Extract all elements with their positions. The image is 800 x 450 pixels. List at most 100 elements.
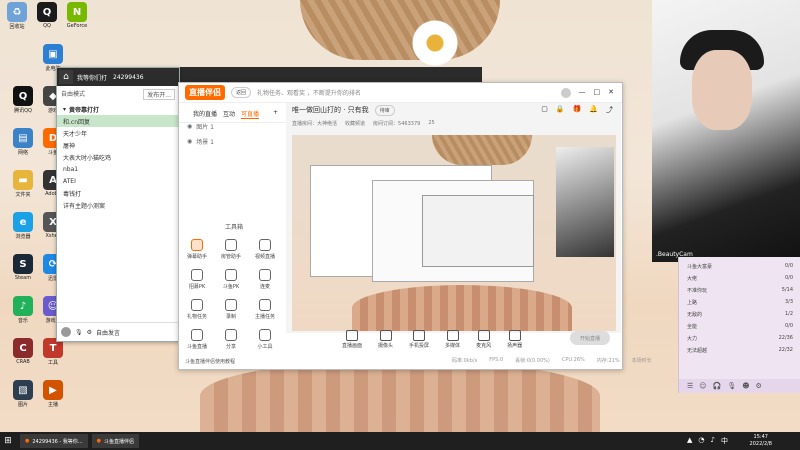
desktop-icon[interactable]: Q 腾讯QQ	[8, 86, 38, 122]
qq-group-window[interactable]: ⌂ 我等你们打 24299436 自由模式 发布开... ▾ 黄帝靠打打 和.c…	[56, 67, 180, 342]
desktop-icon-label: 腾讯QQ	[14, 108, 32, 114]
desktop-icon[interactable]: ▤ 网络	[8, 128, 38, 164]
fan-row[interactable]: 无敌的 1/2	[679, 309, 800, 321]
fan-row[interactable]: 上路 3/3	[679, 297, 800, 309]
fan-row[interactable]: 斗鱼大富豪 0/0	[679, 261, 800, 273]
desktop-icon[interactable]: ♪ 音乐	[8, 296, 38, 332]
tool-item[interactable]: 分享	[219, 329, 243, 350]
qq-search-button[interactable]: 发布开...	[143, 89, 175, 100]
live-companion-window[interactable]: 直播伴侣 返回 礼物任务、观看奖 ，不断提升你的排名 — □ ✕ 我的直播 互动…	[178, 82, 652, 370]
headset-icon[interactable]: 🎧	[713, 382, 722, 390]
ime-icon[interactable]: 中	[721, 436, 728, 446]
tool-item[interactable]: 招募PK	[185, 269, 209, 290]
fan-row[interactable]: 不准你玩 5/14	[679, 285, 800, 297]
source-button[interactable]: 麦克风	[476, 329, 491, 349]
close-icon[interactable]: ✕	[608, 88, 614, 98]
minimize-icon[interactable]: —	[579, 88, 586, 98]
taskbar-item[interactable]: ● 24299436 - 我等你...	[20, 434, 88, 448]
list-item[interactable]: 大表大时小猫吃鸡	[57, 151, 179, 163]
tool-item[interactable]: 录制	[219, 299, 243, 320]
bell-icon[interactable]: 🔔	[589, 105, 598, 115]
gear-icon[interactable]: ⚙	[756, 382, 762, 390]
network-icon[interactable]: ▲	[687, 436, 692, 446]
avatar[interactable]	[560, 87, 571, 98]
start-live-button[interactable]: 开始直播	[570, 331, 610, 345]
source-button[interactable]: 直播画面	[342, 329, 362, 349]
list-item[interactable]: 天才少年	[57, 127, 179, 139]
fan-row[interactable]: 无法超越 22/32	[679, 345, 800, 357]
list-item[interactable]: ATEI	[57, 175, 179, 187]
tool-item[interactable]: 小工具	[253, 329, 277, 350]
share-icon[interactable]: ⤴	[606, 105, 613, 115]
wifi-icon[interactable]: ◔	[698, 436, 704, 446]
qq-group-header[interactable]: ▾ 黄帝靠打打	[57, 103, 179, 115]
qq-free-speak[interactable]: 自由发言	[96, 328, 120, 337]
desktop-icon-label: 文件夹	[15, 192, 31, 198]
add-icon[interactable]: +	[273, 109, 278, 119]
eye-icon[interactable]: ◉	[187, 123, 192, 130]
source-button[interactable]: 摄像头	[378, 329, 393, 349]
back-button[interactable]: 返回	[231, 87, 252, 98]
fan-name: 上路	[687, 300, 698, 306]
taskbar-item-label: 斗鱼直播伴侣	[103, 438, 134, 445]
settings-icon[interactable]: ⚙	[87, 329, 92, 336]
list-item[interactable]: 屠神	[57, 139, 179, 151]
taskbar-clock[interactable]: 15:47 2022/2/8	[750, 434, 772, 448]
tool-item[interactable]: 房管助手	[219, 239, 243, 260]
tool-item[interactable]: 斗鱼直播	[185, 329, 209, 350]
volume-icon[interactable]: ♪	[711, 436, 715, 446]
desktop-icon[interactable]: ♻ 回收站	[2, 2, 32, 38]
chevron-down-icon: ▾	[63, 105, 67, 113]
tool-item[interactable]: 弹幕助手	[185, 239, 209, 260]
emoji-icon[interactable]: ☻	[742, 382, 749, 390]
tab-my-live[interactable]: 我的直播	[193, 109, 217, 119]
source-toolbar: 直播画面 摄像头 手机投屏 多媒体 麦克风 扬声器	[282, 327, 682, 351]
fan-row[interactable]: 大佬 0/0	[679, 273, 800, 285]
tab-interact[interactable]: 互动	[223, 109, 235, 119]
scene-item[interactable]: ◉ 图片 1	[179, 119, 282, 134]
status-item: 码率:0kb/s	[452, 358, 478, 364]
desktop-icon[interactable]: e 浏览器	[8, 212, 38, 248]
copy-icon[interactable]: ▢	[541, 105, 548, 115]
source-button[interactable]: 扬声器	[507, 329, 522, 349]
tab-live[interactable]: 可直播	[241, 109, 260, 119]
scene-item[interactable]: ◉ 场景 1	[179, 134, 282, 149]
fan-row[interactable]: 全能 0/0	[679, 321, 800, 333]
tool-item[interactable]: 连麦	[253, 269, 277, 290]
taskbar-item[interactable]: ● 斗鱼直播伴侣	[91, 434, 139, 448]
desktop-icon[interactable]: S Steam	[8, 254, 38, 290]
eye-icon[interactable]: ◉	[187, 138, 192, 145]
tutorial-link[interactable]: 斗鱼直播伴侣使用教程	[185, 358, 235, 365]
menu-icon[interactable]: ☰	[687, 382, 693, 390]
avatar[interactable]	[61, 327, 71, 337]
fan-row[interactable]: 大力 22/36	[679, 333, 800, 345]
user-icon[interactable]: ☺	[699, 382, 706, 390]
gift-icon[interactable]: 🎁	[573, 105, 582, 115]
desktop-icon[interactable]: N GeForce	[62, 2, 92, 38]
windows-start-icon[interactable]: ⊞	[0, 432, 16, 450]
desktop-icon[interactable]: Q QQ	[32, 2, 62, 38]
desktop-icon[interactable]: C CRAB	[8, 338, 38, 374]
source-button[interactable]: 多媒体	[445, 329, 460, 349]
source-button[interactable]: 手机投屏	[409, 329, 429, 349]
desktop-icon[interactable]: ▶ 主播	[38, 380, 68, 416]
desktop-icon[interactable]: T 工具	[38, 338, 68, 374]
app-icon: ▶	[43, 380, 63, 400]
desktop-icon[interactable]: ▧ 图片	[8, 380, 38, 416]
app-icon: ♻	[7, 2, 27, 22]
mic-icon[interactable]: 🎙	[727, 382, 736, 390]
list-item[interactable]: 毒钱打	[57, 187, 179, 199]
maximize-icon[interactable]: □	[594, 88, 601, 98]
list-item[interactable]: 详有主题小测案	[57, 199, 179, 211]
home-icon[interactable]: ⌂	[59, 70, 73, 84]
mic-icon[interactable]: 🎙	[75, 329, 83, 336]
source-icon	[413, 329, 426, 341]
tool-item[interactable]: 礼物任务	[185, 299, 209, 320]
desktop-icon[interactable]: ▬ 文件夹	[8, 170, 38, 206]
lock-icon[interactable]: 🔒	[556, 105, 565, 115]
tool-item[interactable]: 视频直播	[253, 239, 277, 260]
list-item[interactable]: 和.cn回复	[57, 115, 179, 127]
tool-item[interactable]: 斗鱼PK	[219, 269, 243, 290]
tool-item[interactable]: 主播任务	[253, 299, 277, 320]
list-item[interactable]: nba1	[57, 163, 179, 175]
